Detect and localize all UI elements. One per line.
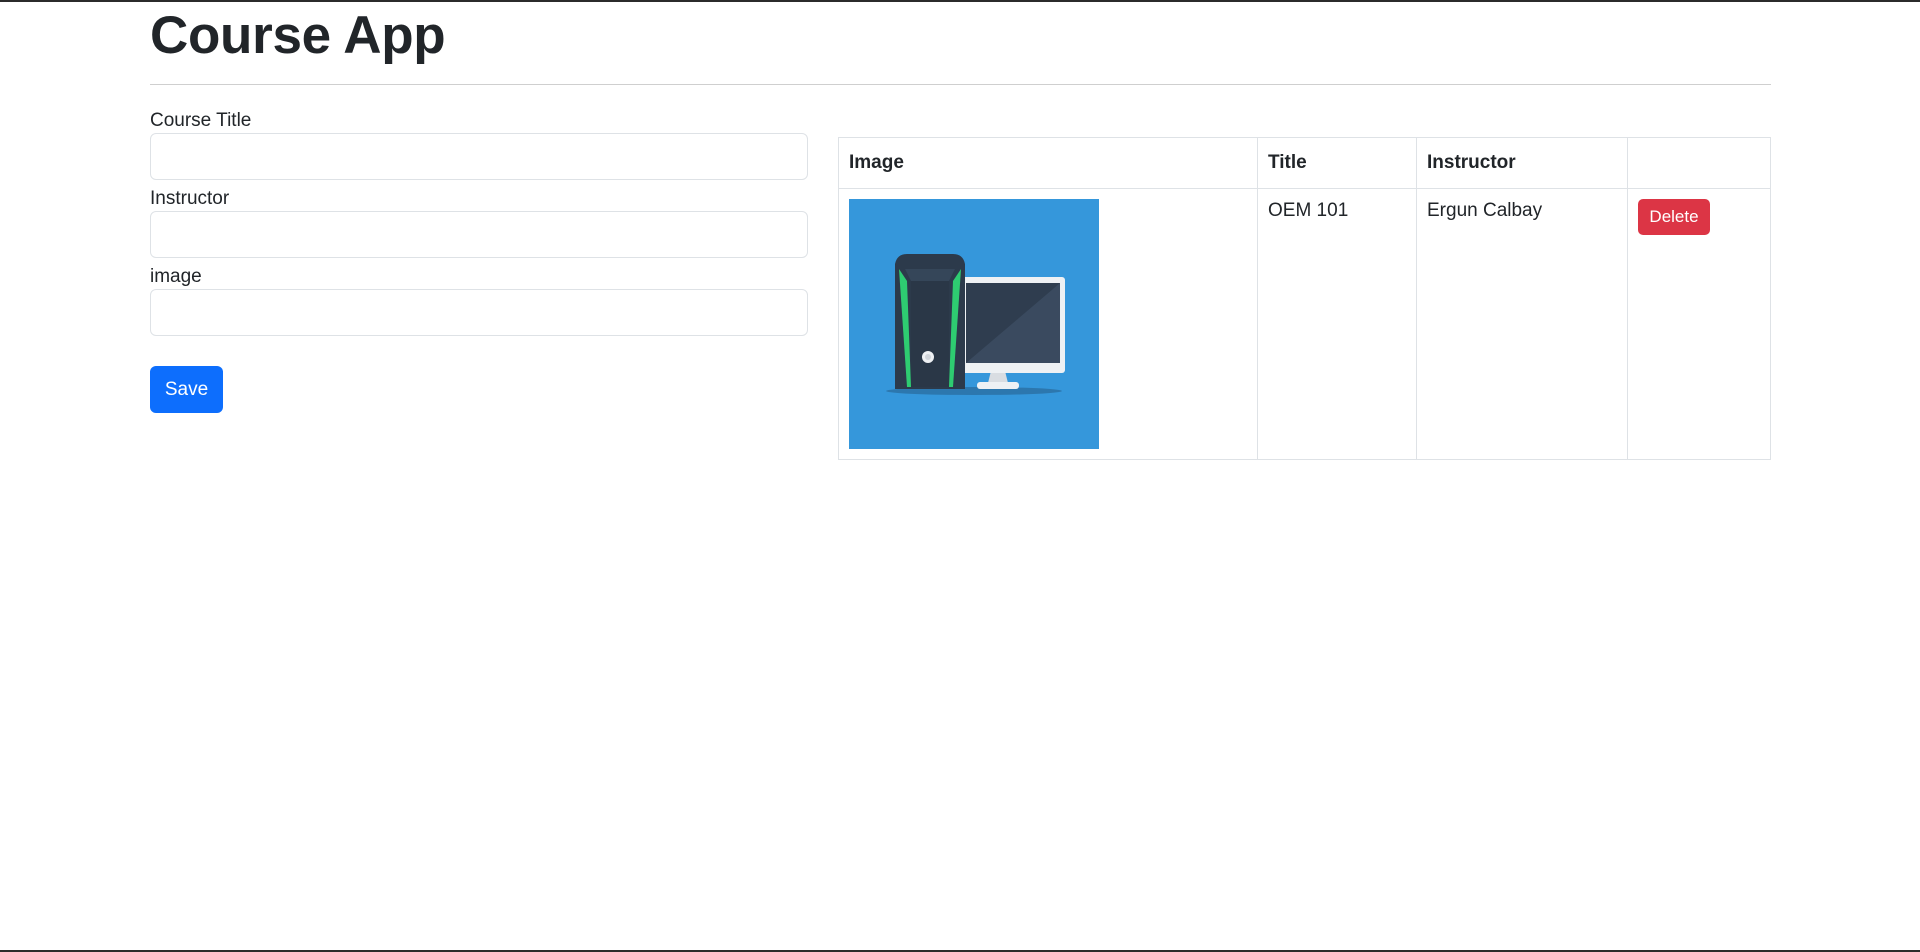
- page-container: Course App Course Title Instructor image…: [150, 2, 1771, 460]
- column-header-image: Image: [838, 137, 1258, 189]
- table-header-row: Image Title Instructor: [838, 137, 1771, 189]
- table-body: OEM 101 Ergun Calbay Delete: [838, 188, 1771, 460]
- course-title-input[interactable]: [150, 133, 808, 180]
- image-label: image: [150, 266, 202, 287]
- page-title: Course App: [150, 6, 446, 65]
- column-header-instructor: Instructor: [1416, 137, 1628, 189]
- instructor-label: Instructor: [150, 188, 230, 209]
- course-actions-cell: Delete: [1627, 188, 1771, 460]
- course-form: Course Title Instructor image Save: [150, 110, 808, 413]
- column-header-actions: [1627, 137, 1771, 189]
- table-header: Image Title Instructor: [838, 137, 1771, 189]
- table-row: OEM 101 Ergun Calbay Delete: [838, 188, 1771, 460]
- course-table: Image Title Instructor OEM 101 Ergun Cal…: [838, 137, 1771, 460]
- course-title-cell: OEM 101: [1257, 188, 1417, 460]
- desktop-computer-icon: [849, 199, 1099, 449]
- save-button[interactable]: Save: [150, 366, 223, 413]
- column-header-title: Title: [1257, 137, 1417, 189]
- course-title-label: Course Title: [150, 110, 252, 131]
- course-table-wrapper: Image Title Instructor OEM 101 Ergun Cal…: [838, 137, 1771, 460]
- instructor-input[interactable]: [150, 211, 808, 258]
- title-divider: [150, 84, 1771, 85]
- image-input[interactable]: [150, 289, 808, 336]
- course-image-cell: [838, 188, 1258, 460]
- course-instructor-cell: Ergun Calbay: [1416, 188, 1628, 460]
- delete-button[interactable]: Delete: [1638, 199, 1710, 235]
